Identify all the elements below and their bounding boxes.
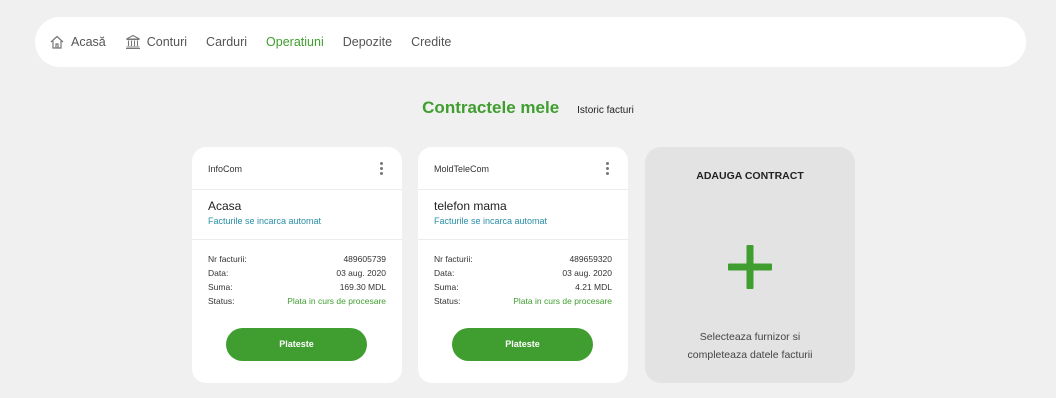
invoice-details: Nr facturii: 489605739 Data: 03 aug. 202… bbox=[208, 252, 386, 308]
contract-card-header: MoldTeleCom bbox=[418, 147, 628, 190]
invoice-status-row: Status: Plata in curs de procesare bbox=[208, 294, 386, 308]
add-contract-title: ADAUGA CONTRACT bbox=[696, 170, 804, 182]
top-navigation-bar: Acasă Conturi Carduri Operatiuni Depozit… bbox=[35, 17, 1026, 67]
contract-name: telefon mama bbox=[434, 199, 507, 213]
add-contract-description: Selecteaza furnizor si completeaza datel… bbox=[645, 328, 855, 364]
auto-load-note: Facturile se incarca automat bbox=[208, 216, 322, 226]
provider-name: InfoCom bbox=[208, 164, 243, 174]
label: Nr facturii: bbox=[434, 254, 473, 264]
pay-button[interactable]: Plateste bbox=[452, 328, 593, 361]
invoice-status-row: Status: Plata in curs de procesare bbox=[434, 294, 612, 308]
more-options-icon[interactable] bbox=[376, 160, 386, 176]
add-contract-card[interactable]: ADAUGA CONTRACT Selecteaza furnizor si c… bbox=[645, 147, 855, 383]
invoice-sum-row: Suma: 169.30 MDL bbox=[208, 280, 386, 294]
invoice-sum-row: Suma: 4.21 MDL bbox=[434, 280, 612, 294]
contract-card-header: InfoCom bbox=[192, 147, 402, 190]
home-icon bbox=[49, 34, 65, 50]
nav-label: Acasă bbox=[71, 35, 106, 49]
label: Status: bbox=[208, 296, 235, 306]
label: Data: bbox=[208, 268, 229, 278]
value: 489605739 bbox=[343, 254, 386, 264]
contract-card: MoldTeleCom telefon mama Facturile se in… bbox=[418, 147, 628, 383]
nav-item-operatiuni[interactable]: Operatiuni bbox=[266, 35, 324, 49]
value: 03 aug. 2020 bbox=[562, 268, 612, 278]
pay-button[interactable]: Plateste bbox=[226, 328, 367, 361]
invoice-history-link[interactable]: Istoric facturi bbox=[577, 105, 634, 116]
nav-item-carduri[interactable]: Carduri bbox=[206, 35, 247, 49]
value: 169.30 MDL bbox=[339, 282, 386, 292]
page-heading: Contractele mele Istoric facturi bbox=[0, 98, 1056, 118]
page-title: Contractele mele bbox=[422, 98, 560, 117]
nav-item-depozite[interactable]: Depozite bbox=[343, 35, 392, 49]
bank-icon bbox=[125, 34, 141, 50]
label: Data: bbox=[434, 268, 455, 278]
invoice-date-row: Data: 03 aug. 2020 bbox=[434, 266, 612, 280]
status-value: Plata in curs de procesare bbox=[287, 296, 386, 306]
nav-item-credite[interactable]: Credite bbox=[411, 35, 451, 49]
status-value: Plata in curs de procesare bbox=[513, 296, 612, 306]
contract-card: InfoCom Acasa Facturile se incarca autom… bbox=[192, 147, 402, 383]
invoice-number-row: Nr facturii: 489659320 bbox=[434, 252, 612, 266]
nav-label: Operatiuni bbox=[266, 35, 324, 49]
nav-label: Conturi bbox=[146, 35, 188, 49]
nav-item-conturi[interactable]: Conturi bbox=[125, 34, 187, 50]
nav-label: Credite bbox=[411, 35, 452, 49]
nav-label: Depozite bbox=[342, 35, 393, 49]
label: Suma: bbox=[208, 282, 233, 292]
provider-name: MoldTeleCom bbox=[434, 164, 490, 174]
desc-line: completeaza datele facturii bbox=[687, 349, 813, 361]
invoice-number-row: Nr facturii: 489605739 bbox=[208, 252, 386, 266]
contract-info: telefon mama Facturile se incarca automa… bbox=[418, 190, 628, 240]
contract-info: Acasa Facturile se incarca automat bbox=[192, 190, 402, 240]
desc-line: Selecteaza furnizor si bbox=[699, 331, 801, 343]
more-options-icon[interactable] bbox=[602, 160, 612, 176]
plus-icon bbox=[728, 245, 772, 289]
label: Suma: bbox=[434, 282, 459, 292]
auto-load-note: Facturile se incarca automat bbox=[434, 216, 548, 226]
contract-name: Acasa bbox=[208, 199, 242, 213]
value: 4.21 MDL bbox=[575, 282, 612, 292]
label: Nr facturii: bbox=[208, 254, 247, 264]
invoice-date-row: Data: 03 aug. 2020 bbox=[208, 266, 386, 280]
nav-label: Carduri bbox=[206, 35, 248, 49]
label: Status: bbox=[434, 296, 461, 306]
invoice-details: Nr facturii: 489659320 Data: 03 aug. 202… bbox=[434, 252, 612, 308]
value: 03 aug. 2020 bbox=[336, 268, 386, 278]
nav-item-acasa[interactable]: Acasă bbox=[49, 34, 106, 50]
value: 489659320 bbox=[569, 254, 612, 264]
